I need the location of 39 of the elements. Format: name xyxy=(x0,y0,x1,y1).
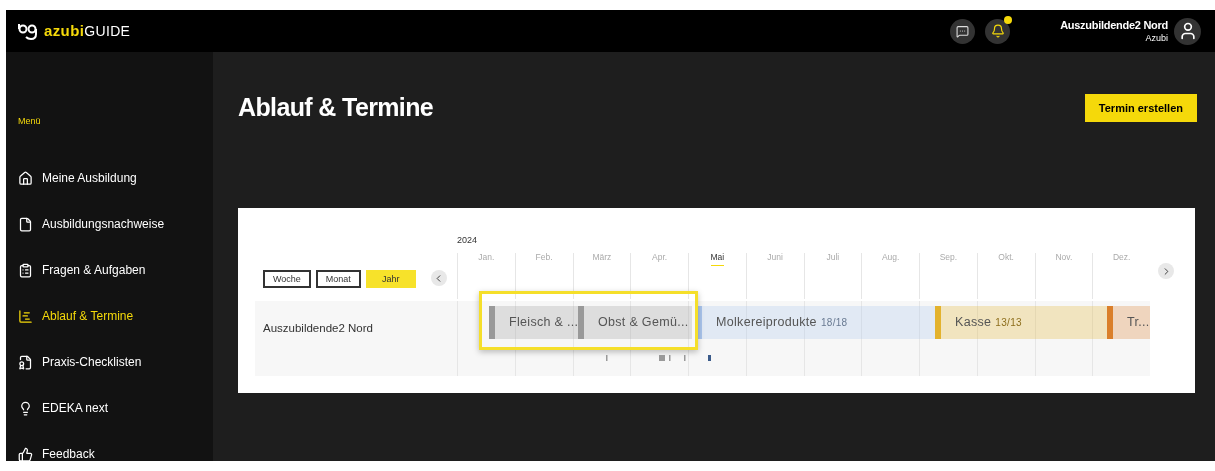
view-tab[interactable]: Woche xyxy=(263,270,311,288)
trainee-name: Auszubildende2 Nord xyxy=(263,322,373,334)
list-icon xyxy=(18,262,33,278)
notification-button[interactable] xyxy=(985,18,1011,44)
view-tab[interactable]: Monat xyxy=(315,270,361,288)
page-title: Ablauf & Termine xyxy=(238,92,434,124)
house-icon xyxy=(18,170,33,186)
view-tab[interactable]: Jahr xyxy=(365,270,416,288)
bar-count: 18/18 xyxy=(820,317,848,329)
timeline-bar[interactable]: Molkereiprodukte 18/18 xyxy=(696,306,935,339)
sidebar-item[interactable]: Ausbildungsnachweise xyxy=(18,201,213,247)
logo-icon xyxy=(18,22,38,40)
bell-icon xyxy=(990,24,1005,38)
year-label: 2024 xyxy=(457,236,479,245)
document-badge-icon xyxy=(18,354,33,370)
lightbulb-icon xyxy=(18,400,33,416)
chat-icon xyxy=(956,24,970,38)
timeline-bar[interactable]: Kasse 13/13 xyxy=(935,306,1107,339)
timeline-bar[interactable]: Fleisch & ... xyxy=(489,306,578,339)
sidebar-item[interactable]: EDEKA next xyxy=(18,385,213,431)
document-icon xyxy=(18,216,33,232)
logo[interactable]: azubiGUIDE xyxy=(18,19,131,43)
user-role: Azubi xyxy=(1145,33,1168,43)
sidebar-item[interactable]: Ablauf & Termine xyxy=(18,293,213,339)
create-appointment-button[interactable]: Termin erstellen xyxy=(1084,94,1197,122)
chat-button[interactable] xyxy=(950,18,976,44)
sidebar-item[interactable]: Fragen & Aufgaben xyxy=(18,247,213,293)
month-label[interactable]: Mai xyxy=(710,253,725,266)
user-name: Auszubildende2 Nord xyxy=(1060,19,1168,31)
timeline-bar[interactable]: Tr... xyxy=(1107,306,1150,339)
gantt-icon xyxy=(18,308,33,324)
avatar-button[interactable] xyxy=(1174,17,1201,45)
bar-count: 13/13 xyxy=(995,317,1022,329)
timeline-bar[interactable]: Obst & Gemü... xyxy=(578,306,692,339)
sidebar-item[interactable]: Praxis-Checklisten xyxy=(18,339,213,385)
sidebar-item[interactable]: Feedback xyxy=(18,431,213,471)
menu-title: Menü xyxy=(18,115,42,128)
sidebar-item[interactable]: Meine Ausbildung xyxy=(18,155,213,201)
thumbs-up-icon xyxy=(18,446,33,462)
